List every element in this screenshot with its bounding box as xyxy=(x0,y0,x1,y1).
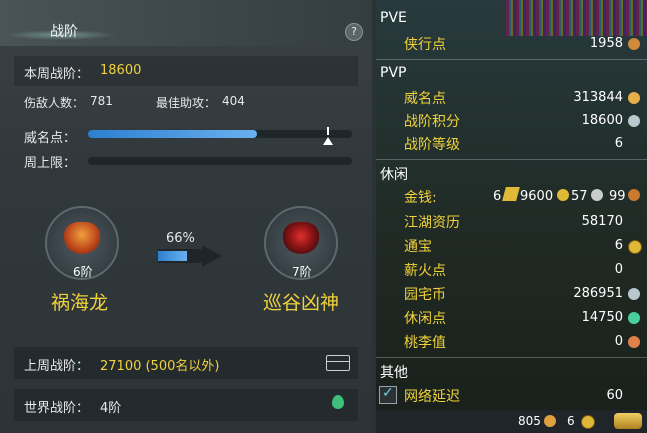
kills-value: 781 xyxy=(90,94,113,108)
sword-icon xyxy=(628,38,640,50)
divider xyxy=(376,159,647,160)
pvp-item-level: 战阶等级 xyxy=(404,137,460,153)
last-week-label: 上周战阶： xyxy=(24,359,90,374)
demon-mask-icon xyxy=(283,222,319,254)
world-rank-label: 世界战阶： xyxy=(24,401,90,416)
current-rank-name: 祸海龙 xyxy=(51,292,109,314)
location-pin-icon[interactable] xyxy=(332,395,344,409)
prestige-marker-line xyxy=(327,127,329,135)
prestige-bar xyxy=(88,130,352,138)
leisure-item-seniority: 江湖资历 xyxy=(404,215,460,231)
rank-progress-track xyxy=(158,249,202,263)
world-rank-row: 世界战阶： 4阶 xyxy=(14,389,358,421)
pvp-value-points: 18600 xyxy=(581,113,623,128)
pve-item-label: 侠行点 xyxy=(404,37,446,53)
tongbao-coin-icon[interactable] xyxy=(581,415,595,429)
week-rank-label: 本周战阶： xyxy=(24,67,90,82)
latency-label: 网络延迟 xyxy=(404,389,460,405)
week-rank-value: 18600 xyxy=(100,63,142,78)
bottom-mid-value: 6 xyxy=(567,414,575,428)
money-label: 金钱: xyxy=(404,190,437,206)
money-gold-value: 6 xyxy=(493,189,502,204)
prestige-icon xyxy=(628,92,640,104)
rank-progress-arrow-icon xyxy=(202,245,222,267)
leisure-item-tongbao: 通宝 xyxy=(404,239,432,255)
leisure-item-fire: 薪火点 xyxy=(404,263,446,279)
latency-value: 60 xyxy=(606,388,623,403)
world-rank-value: 4阶 xyxy=(100,401,122,416)
cup-icon[interactable] xyxy=(544,415,556,427)
leisure-header: 休闲 xyxy=(380,167,408,183)
next-rank-name: 巡谷凶神 xyxy=(263,292,340,314)
peach-icon xyxy=(628,336,640,348)
rank-progress-percent: 66% xyxy=(166,231,195,246)
leisure-item-points: 休闲点 xyxy=(404,311,446,327)
best-assist-label: 最佳助攻： xyxy=(156,96,217,110)
leisure-value-seniority: 58170 xyxy=(581,214,623,229)
dragon-crest-icon xyxy=(64,222,100,254)
pve-item-value: 1958 xyxy=(589,36,623,51)
help-button[interactable]: ? xyxy=(345,23,363,41)
bottom-bar: 805 6 xyxy=(376,410,647,433)
pvp-value-prestige: 313844 xyxy=(573,90,623,105)
prestige-marker-icon xyxy=(323,137,333,145)
divider xyxy=(376,357,647,358)
other-header: 其他 xyxy=(380,365,408,381)
leaf-icon xyxy=(628,312,640,324)
current-tier: 6阶 xyxy=(73,265,93,279)
pvp-header: PVP xyxy=(380,65,407,81)
pvp-item-prestige: 威名点 xyxy=(404,91,446,107)
home-coin-icon xyxy=(628,288,640,300)
rank-progress-fill xyxy=(158,251,188,261)
bottom-left-value: 805 xyxy=(518,414,541,428)
prestige-bar-fill xyxy=(88,130,257,138)
weekly-cap-bar xyxy=(88,157,352,165)
money-silver-value: 9600 xyxy=(520,189,554,204)
pvp-item-points: 战阶积分 xyxy=(404,114,460,130)
leisure-value-home-coin: 286951 xyxy=(573,286,623,301)
silver-coin-icon xyxy=(591,189,603,201)
money-copper1-value: 57 xyxy=(571,189,588,204)
leisure-item-peach: 桃李值 xyxy=(404,335,446,351)
kills-label: 伤敌人数： xyxy=(24,96,85,110)
leisure-value-tongbao: 6 xyxy=(614,238,623,253)
leisure-value-fire: 0 xyxy=(614,262,623,277)
gold-coin-icon xyxy=(557,189,569,201)
pve-header: PVE xyxy=(380,10,407,26)
rank-points-icon xyxy=(628,115,640,127)
reward-chest-icon[interactable] xyxy=(326,355,350,371)
ingot-shop-icon[interactable] xyxy=(614,413,642,429)
weekly-cap-label: 周上限： xyxy=(24,156,77,171)
divider xyxy=(376,59,647,60)
prestige-label: 威名点： xyxy=(24,131,77,146)
last-week-value: 27100 (500名以外) xyxy=(100,359,220,374)
best-assist-value: 404 xyxy=(222,94,245,108)
leisure-value-peach: 0 xyxy=(614,334,623,349)
next-tier: 7阶 xyxy=(292,265,312,279)
latency-checkbox[interactable]: ✓ xyxy=(379,385,397,404)
panel-title: 战阶 xyxy=(50,24,78,40)
battle-rank-panel: 战阶 ? 本周战阶： 18600 伤敌人数： 781 最佳助攻： 404 威名点… xyxy=(0,0,372,433)
leisure-item-home-coin: 园宅币 xyxy=(404,287,446,303)
last-week-row: 上周战阶： 27100 (500名以外) xyxy=(14,347,358,379)
panel-header: 战阶 ? xyxy=(0,0,372,46)
tongbao-coin-icon xyxy=(628,240,642,254)
week-rank-row: 本周战阶： 18600 xyxy=(14,56,358,86)
money-copper2-value: 99 xyxy=(609,189,626,204)
pvp-value-level: 6 xyxy=(614,136,623,151)
copper-coin-icon xyxy=(628,189,640,201)
currency-panel: PVE 侠行点 1958 PVP 威名点 313844 战阶积分 18600 战… xyxy=(376,0,647,433)
leisure-value-points: 14750 xyxy=(581,310,623,325)
